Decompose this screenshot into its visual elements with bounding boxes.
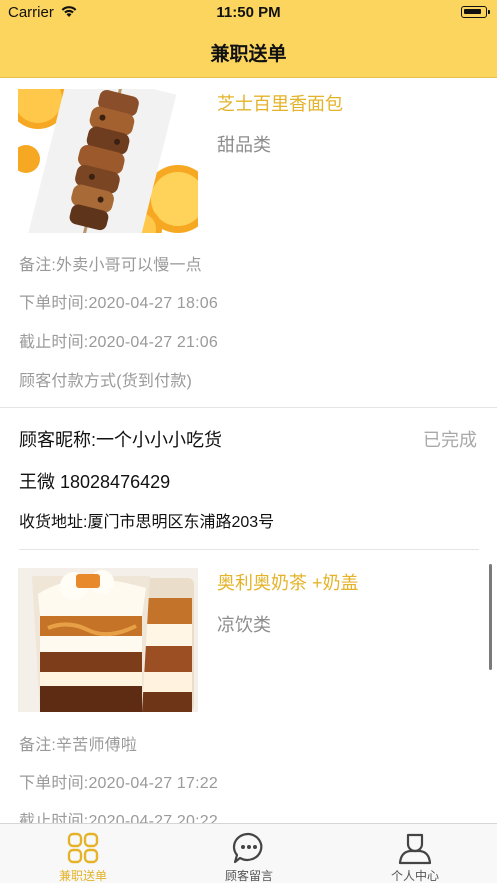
item-category: 凉饮类 [217,615,271,635]
customer-contact: 王微 18028476429 [19,472,171,492]
item-name: 奥利奥奶茶 +奶盖 [217,573,359,593]
person-icon [398,833,432,865]
order-time: 下单时间:2020-04-27 17:22 [19,775,218,792]
order-status-badge: 已完成 [423,430,477,450]
navigation-bar: 兼职送单 [0,26,497,78]
deadline-time: 截止时间:2020-04-27 21:06 [19,334,218,351]
tab-label: 兼职送单 [58,869,107,883]
page-title: 兼职送单 [210,44,287,65]
layered-dessert-image [18,568,198,712]
order-time: 下单时间:2020-04-27 18:06 [19,295,218,312]
deadline-time: 截止时间:2020-04-27 20:22 [19,813,218,823]
section-divider [19,549,479,550]
tab-personal-center[interactable]: 个人中心 [332,824,497,883]
chat-bubble-icon [232,832,263,864]
scrollbar[interactable] [489,564,492,670]
order-divider [0,407,497,408]
grid-icon [67,832,99,864]
order-note: 备注:辛苦师傅啦 [19,737,138,754]
order-note: 备注:外卖小哥可以慢一点 [19,257,202,274]
status-bar: Carrier 11:50 PM [0,0,497,26]
item-category: 甜品类 [217,135,271,155]
tab-label: 顾客留言 [224,869,273,883]
delivery-address: 收货地址:厦门市思明区东浦路203号 [19,514,275,531]
customer-nickname: 顾客昵称:一个小小小吃货 [19,430,222,450]
tab-part-time-delivery[interactable]: 兼职送单 [0,824,166,883]
tab-bar: 兼职送单 顾客留言 个人中心 [0,823,497,883]
tab-customer-messages[interactable]: 顾客留言 [166,824,332,883]
item-name: 芝士百里香面包 [217,94,343,114]
payment-method: 顾客付款方式(货到付款) [19,373,193,390]
battery-icon [461,6,490,18]
tab-label: 个人中心 [390,869,439,883]
order-list[interactable]: 芝士百里香面包 甜品类 备注:外卖小哥可以慢一点 下单时间:2020-04-27… [0,78,497,823]
clock: 11:50 PM [216,4,281,21]
grilled-skewers-image [18,89,198,233]
